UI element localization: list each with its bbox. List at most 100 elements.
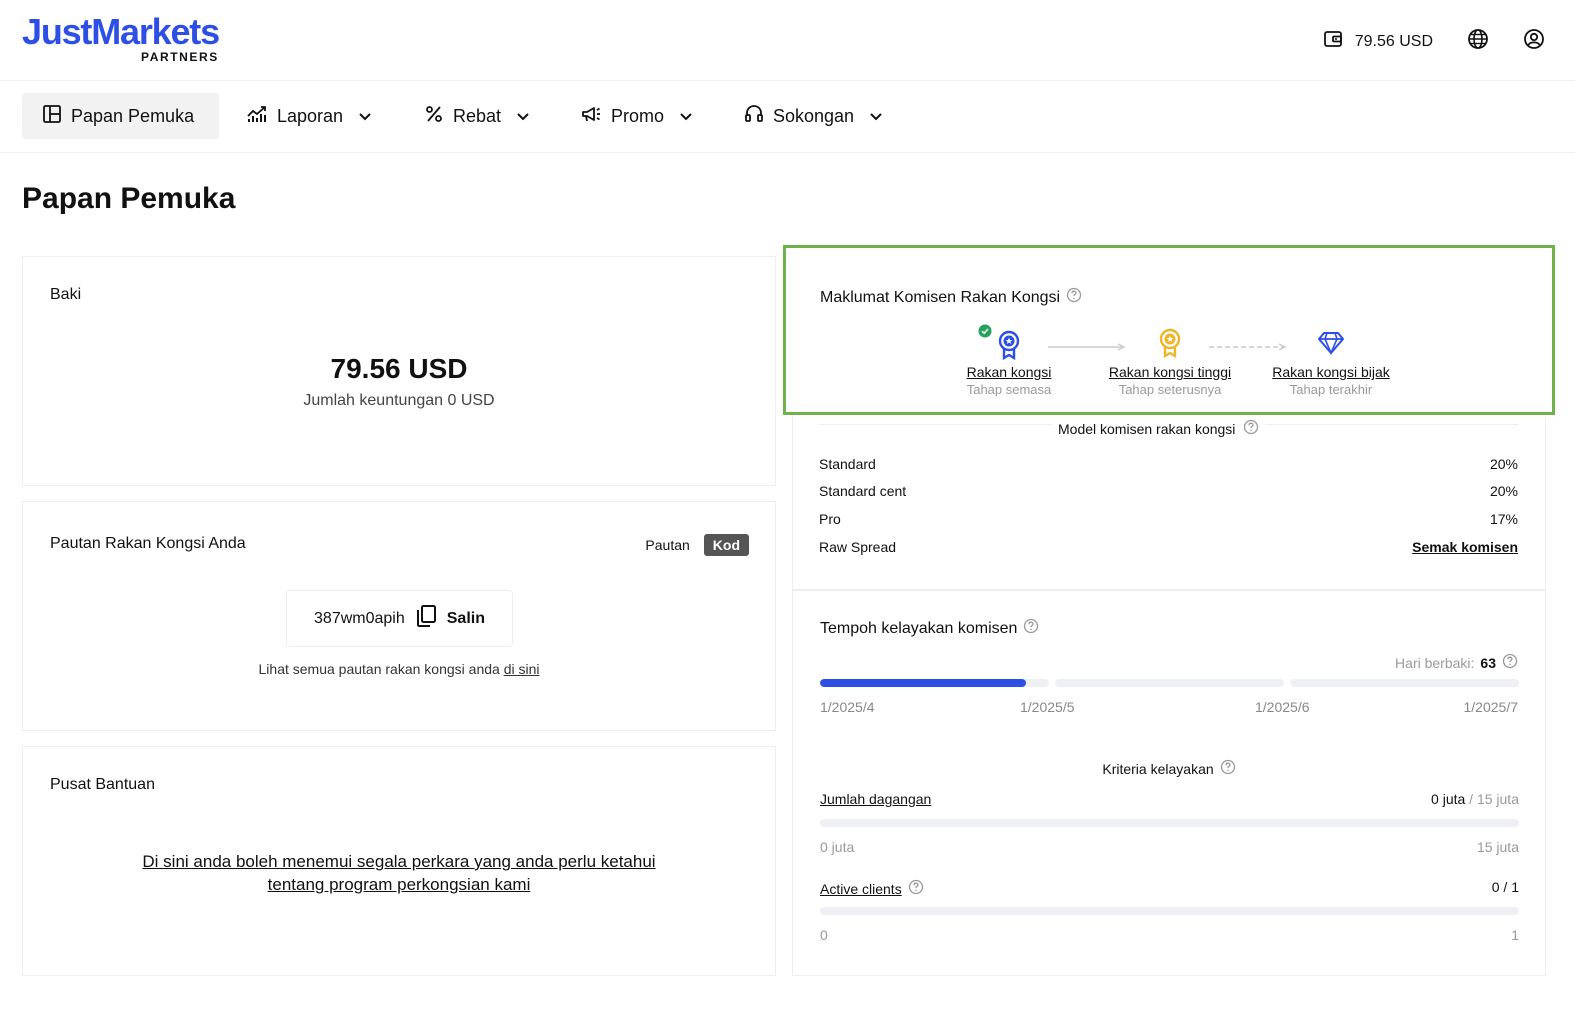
header-actions: 79.56 USD: [1323, 28, 1545, 55]
logo-text: JustMarkets: [22, 11, 220, 52]
main-nav: Papan Pemuka Laporan Rebat Promo Sokonga…: [0, 81, 1575, 153]
scale-min: 0: [820, 927, 828, 943]
partner-code-box: 387wm0apih Salin: [286, 590, 513, 647]
criterion-scale: 0 1: [820, 927, 1519, 943]
logo-subtitle: PARTNERS: [140, 50, 219, 64]
help-circle-icon[interactable]: [908, 879, 924, 898]
date-label: 1/2025/6: [1255, 699, 1310, 715]
help-circle-icon[interactable]: [1220, 759, 1236, 778]
model-row: Standard cent 20%: [819, 483, 1518, 499]
balance-card-title: Baki: [50, 286, 82, 303]
criterion-target: 1: [1511, 879, 1519, 895]
model-name: Standard: [819, 456, 876, 472]
tier-next[interactable]: Rakan kongsi tinggi Tahap seterusnya: [1103, 328, 1237, 397]
criterion-current: 0 juta: [1431, 791, 1466, 807]
page-title: Papan Pemuka: [22, 182, 236, 215]
chevron-down-icon: [679, 106, 693, 127]
date-label: 1/2025/5: [1020, 699, 1075, 715]
eligibility-criteria-title: Kriteria kelayakan: [793, 759, 1545, 778]
days-remaining-label: Hari berbaki:: [1395, 654, 1475, 671]
criterion-label-wrap[interactable]: Active clients: [820, 879, 924, 898]
nav-papan-pemuka[interactable]: Papan Pemuka: [22, 93, 219, 139]
model-value: 20%: [1489, 456, 1518, 472]
eligibility-period-title-text: Tempoh kelayakan komisen: [820, 619, 1018, 637]
model-name: Raw Spread: [819, 539, 897, 555]
criterion-current: 0: [1491, 879, 1500, 895]
commission-model-title: Model komisen rakan kongsi: [1052, 419, 1266, 438]
medal-blue-icon: [997, 330, 1021, 365]
days-remaining-value: 63: [1480, 654, 1496, 671]
tier-name: Rakan kongsi bijak: [1272, 364, 1390, 380]
criterion-value: 0 / 1: [1491, 879, 1519, 895]
commission-info-title-text: Maklumat Komisen Rakan Kongsi: [820, 288, 1061, 306]
check-commission-link[interactable]: Semak komisen: [1412, 539, 1518, 555]
help-center-link[interactable]: Di sini anda boleh menemui segala perkar…: [83, 850, 715, 896]
chevron-down-icon: [358, 106, 372, 127]
user-account-icon[interactable]: [1523, 28, 1545, 55]
nav-laporan[interactable]: Laporan: [226, 93, 392, 139]
nav-sokongan[interactable]: Sokongan: [724, 93, 903, 139]
help-line-1: Di sini anda boleh menemui segala perkar…: [142, 852, 656, 871]
copy-button[interactable]: Salin: [415, 604, 485, 633]
total-profit: Jumlah keuntungan 0 USD: [303, 392, 495, 409]
percent-icon: [424, 104, 444, 129]
globe-icon[interactable]: [1467, 28, 1489, 55]
nav-label: Sokongan: [773, 105, 855, 126]
balance-card: Baki 79.56 USD Jumlah keuntungan 0 USD: [22, 256, 776, 486]
note-text: Lihat semua pautan rakan kongsi anda: [258, 661, 500, 677]
model-row: Standard 20%: [819, 456, 1518, 472]
model-value: 20%: [1489, 483, 1518, 499]
tier-status: Tahap semasa: [966, 382, 1052, 397]
criterion-progress-bar: [820, 819, 1519, 827]
partner-links-note: Lihat semua pautan rakan kongsi anda di …: [23, 661, 775, 677]
medal-gold-icon: [1158, 328, 1182, 363]
help-circle-icon[interactable]: [1023, 618, 1039, 639]
criterion-label[interactable]: Jumlah dagangan: [820, 791, 931, 807]
megaphone-icon: [580, 104, 602, 129]
chevron-down-icon: [869, 106, 883, 127]
period-bar-month-3: [1290, 679, 1519, 687]
criterion-progress-bar: [820, 907, 1519, 915]
eligibility-criteria-title-text: Kriteria kelayakan: [1102, 760, 1214, 777]
view-links-link[interactable]: di sini: [504, 661, 540, 677]
eligibility-period-title: Tempoh kelayakan komisen: [820, 618, 1039, 639]
criterion-target: 15 juta: [1476, 791, 1519, 807]
nav-label: Papan Pemuka: [71, 105, 195, 126]
partner-link-title: Pautan Rakan Kongsi Anda: [50, 535, 246, 552]
tab-pautan[interactable]: Pautan: [645, 537, 689, 553]
scale-min: 0 juta: [820, 839, 855, 855]
help-line-2: tentang program perkongsian kami: [267, 875, 531, 894]
commission-info-title: Maklumat Komisen Rakan Kongsi: [820, 287, 1082, 308]
nav-rebat[interactable]: Rebat: [404, 93, 550, 139]
copy-label: Salin: [446, 609, 485, 627]
nav-promo[interactable]: Promo: [560, 93, 713, 139]
scale-max: 15 juta: [1476, 839, 1519, 855]
header-balance-value: 79.56 USD: [1354, 32, 1433, 50]
help-circle-icon[interactable]: [1066, 287, 1082, 308]
model-name: Standard cent: [819, 483, 907, 499]
chevron-down-icon: [516, 106, 530, 127]
tier-status: Tahap seterusnya: [1118, 382, 1222, 397]
chart-icon: [246, 104, 268, 129]
criterion-active-clients: Active clients 0 / 1: [820, 879, 1519, 898]
check-circle-icon: [978, 324, 992, 343]
wallet-icon: [1323, 29, 1343, 54]
nav-label: Promo: [611, 105, 665, 126]
logo[interactable]: JustMarkets PARTNERS: [22, 11, 220, 65]
tier-current[interactable]: Rakan kongsi Tahap semasa: [962, 324, 1056, 397]
criterion-label: Active clients: [820, 880, 902, 897]
diamond-icon: [1317, 331, 1345, 360]
tier-final[interactable]: Rakan kongsi bijak Tahap terakhir: [1266, 328, 1396, 397]
tier-status: Tahap terakhir: [1289, 382, 1373, 397]
help-center-card: Pusat Bantuan Di sini anda boleh menemui…: [22, 746, 776, 976]
period-bar-month-2: [1055, 679, 1284, 687]
tab-kod[interactable]: Kod: [703, 534, 749, 556]
help-circle-icon[interactable]: [1502, 653, 1518, 672]
help-circle-icon[interactable]: [1243, 419, 1259, 438]
header-balance[interactable]: 79.56 USD: [1323, 29, 1433, 54]
help-center-title: Pusat Bantuan: [50, 776, 155, 793]
criterion-scale: 0 juta 15 juta: [820, 839, 1519, 855]
model-value: 17%: [1489, 511, 1518, 527]
tier-name: Rakan kongsi tinggi: [1108, 364, 1232, 380]
nav-label: Laporan: [277, 105, 344, 126]
